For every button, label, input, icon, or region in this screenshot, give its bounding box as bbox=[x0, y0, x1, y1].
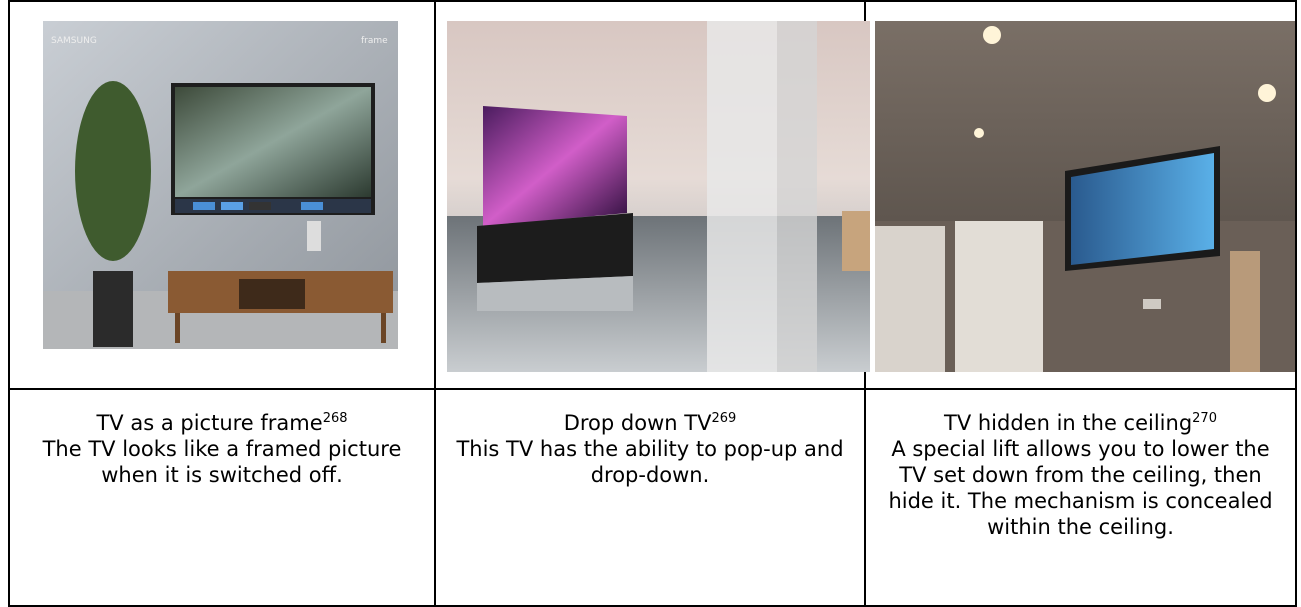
ceiling-tv-photo bbox=[875, 21, 1295, 372]
caption-cell-ceiling-tv: TV hidden in the ceiling270 A special lif… bbox=[864, 388, 1297, 607]
tv-console-open-shelf bbox=[239, 279, 305, 309]
console-leg bbox=[175, 313, 180, 343]
decor-vase bbox=[1230, 251, 1260, 372]
plant-foliage bbox=[75, 81, 151, 261]
plant-pot bbox=[93, 271, 133, 347]
caption-cell-picture-frame-tv: TV as a picture frame268 The TV looks lik… bbox=[8, 388, 436, 607]
caption-title: TV as a picture frame bbox=[96, 411, 323, 435]
brand-text: SAMSUNG bbox=[51, 36, 97, 46]
ceiling-light bbox=[974, 128, 984, 138]
tv-menu-tile bbox=[301, 202, 323, 210]
wardrobe-door bbox=[955, 221, 1043, 372]
footnote-ref: 269 bbox=[711, 411, 737, 426]
tv-screen bbox=[175, 87, 371, 197]
tv-menu-tile bbox=[193, 202, 215, 210]
caption-description: A special lift allows you to lower the T… bbox=[888, 437, 1273, 539]
tv-screen bbox=[483, 106, 627, 226]
curtain bbox=[777, 21, 817, 372]
console-leg bbox=[381, 313, 386, 343]
ceiling-light bbox=[1258, 84, 1276, 102]
picture-frame-tv-photo: SAMSUNG frame bbox=[43, 21, 398, 349]
footnote-ref: 268 bbox=[322, 411, 348, 426]
frame-logo-text: frame bbox=[361, 36, 388, 46]
drop-down-tv-photo bbox=[447, 21, 870, 372]
tv-menu-tile bbox=[249, 202, 271, 210]
ceiling-light bbox=[983, 26, 1001, 44]
caption-description: The TV looks like a framed picture when … bbox=[42, 437, 402, 487]
caption-title: Drop down TV bbox=[563, 411, 712, 435]
wardrobe-door bbox=[875, 226, 945, 372]
tv-menu-tile bbox=[221, 202, 243, 210]
caption-description: This TV has the ability to pop-up and dr… bbox=[456, 437, 844, 487]
wall-lamp bbox=[307, 221, 321, 251]
footnote-ref: 270 bbox=[1192, 411, 1217, 426]
curtain bbox=[707, 21, 777, 372]
caption-title: TV hidden in the ceiling bbox=[944, 411, 1193, 435]
wall-switch bbox=[1143, 299, 1161, 309]
caption-cell-drop-down-tv: Drop down TV269 This TV has the ability t… bbox=[434, 388, 866, 607]
chair bbox=[842, 211, 870, 271]
